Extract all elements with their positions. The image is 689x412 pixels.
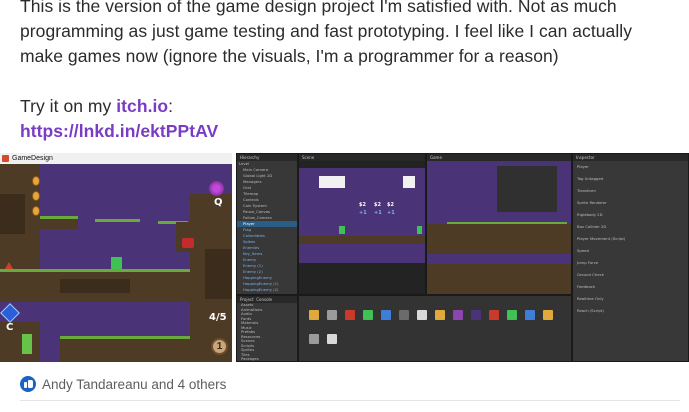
orb-icon — [209, 181, 224, 196]
inspector-row[interactable]: Reach (Script) — [573, 305, 688, 317]
game-titlebar: GameDesign — [0, 153, 232, 164]
asset-thumbnail[interactable] — [507, 310, 517, 320]
scene-tab[interactable]: Scene — [299, 154, 425, 161]
score-label: +1 — [387, 210, 395, 216]
project-folder[interactable]: Packages — [237, 356, 297, 361]
inspector-list: Player Tag Untagged Transform Sprite Render… — [573, 161, 688, 317]
terrain-block — [60, 339, 190, 362]
game-view: Q C 4/5 1 — [0, 164, 232, 362]
hud-key-c: C — [6, 322, 14, 333]
inspector-row[interactable]: Tag Untagged — [573, 173, 688, 185]
inspector-row[interactable]: Feedback — [573, 281, 688, 293]
project-list: Assets Animations Audio Fonts Materials Music… — [237, 302, 297, 361]
inspector-row[interactable]: Speed — [573, 245, 688, 257]
asset-thumbnail[interactable] — [435, 310, 445, 320]
hierarchy-panel: Hierarchy Level Main Camera Global Light 2… — [236, 153, 298, 295]
score-label: +1 — [359, 210, 367, 216]
hud-key-q: Q — [214, 197, 223, 208]
green-block — [111, 257, 122, 269]
hud-counter: 4/5 — [209, 312, 227, 323]
assets-breadcrumb — [299, 296, 571, 303]
player-sprite — [182, 238, 194, 248]
coin — [32, 191, 40, 201]
asset-thumbnail[interactable] — [399, 310, 409, 320]
grass-ledge — [95, 219, 140, 222]
post-line: This is the version of the game design p… — [20, 0, 617, 16]
game-title: GameDesign — [12, 155, 53, 162]
green-block — [339, 226, 345, 234]
asset-thumbnail[interactable] — [417, 310, 427, 320]
score-label: $2 — [359, 202, 366, 208]
score-label: $2 — [374, 202, 381, 208]
try-prefix: Try it on my — [20, 96, 117, 116]
game-terrain — [427, 224, 571, 254]
try-it-line: Try it on my itch.io: — [20, 94, 680, 119]
coin — [32, 206, 40, 216]
inspector-row[interactable]: Jump Force — [573, 257, 688, 269]
inspector-row[interactable]: Realtime Only — [573, 293, 688, 305]
asset-thumbnail[interactable] — [309, 334, 319, 344]
inspector-row[interactable]: Transform — [573, 185, 688, 197]
inspector-row[interactable]: Rigidbody 2D — [573, 209, 688, 221]
inspector-row[interactable]: Ground Check — [573, 269, 688, 281]
game-tab[interactable]: Game — [427, 154, 571, 161]
console-tab-label[interactable]: Console — [256, 297, 272, 302]
green-block — [417, 226, 422, 234]
spike — [5, 262, 13, 269]
divider — [20, 400, 680, 401]
post-line: make games now (ignore the visuals, I'm … — [20, 46, 559, 66]
itch-io-link[interactable]: itch.io — [116, 96, 168, 116]
terrain-block — [60, 279, 130, 293]
post-line: programming as just game testing and fas… — [20, 21, 633, 41]
terrain-block — [0, 194, 25, 234]
post-body: This is the version of the game design p… — [20, 0, 680, 144]
inspector-row[interactable]: Player — [573, 161, 688, 173]
game-terrain — [427, 264, 571, 294]
score-label: +1 — [374, 210, 382, 216]
project-panel: Project Console Assets Animations Audio Fon… — [236, 295, 298, 362]
asset-thumbnail[interactable] — [363, 310, 373, 320]
hierarchy-list: Level Main Camera Global Light 2D Managers G… — [237, 161, 297, 294]
game-view-panel: Game — [426, 153, 572, 295]
asset-thumbnail[interactable] — [345, 310, 355, 320]
asset-thumbnail[interactable] — [381, 310, 391, 320]
asset-thumbnail[interactable] — [543, 310, 553, 320]
scene-ground — [299, 236, 425, 244]
green-block — [22, 334, 32, 354]
reactions-bar[interactable]: Andy Tandareanu and 4 others — [20, 375, 226, 393]
terrain-block — [40, 219, 78, 229]
hierarchy-tab[interactable]: Hierarchy — [237, 154, 297, 161]
inspector-panel: Inspector Player Tag Untagged Transform Spr… — [572, 153, 689, 362]
asset-thumbnail[interactable] — [453, 310, 463, 320]
grass-ledge — [447, 222, 567, 224]
grass-ledge — [60, 336, 190, 339]
scene-panel: Scene $2 $2 $2 +1 +1 +1 — [298, 153, 426, 295]
game-screenshot[interactable]: GameDesign Q C 4/5 1 — [0, 153, 233, 362]
inspector-tab[interactable]: Inspector — [573, 154, 688, 161]
scene-ui-card — [403, 176, 415, 188]
gem-icon — [0, 303, 20, 323]
stats-overlay — [497, 166, 557, 212]
inspector-row[interactable]: Sprite Renderer — [573, 197, 688, 209]
try-suffix: : — [168, 96, 174, 116]
assets-panel — [298, 295, 572, 362]
score-label: $2 — [387, 202, 394, 208]
inspector-row[interactable]: Player Movement (Script) — [573, 233, 688, 245]
editor-screenshot[interactable]: Hierarchy Level Main Camera Global Light 2… — [236, 153, 689, 362]
like-icon — [20, 376, 36, 392]
asset-thumbnail[interactable] — [309, 310, 319, 320]
terrain-block — [205, 249, 232, 299]
coin — [32, 176, 40, 186]
asset-thumbnail[interactable] — [327, 310, 337, 320]
short-link[interactable]: https://lnkd.in/ektPPtAV — [20, 121, 218, 141]
asset-thumbnail[interactable] — [327, 334, 337, 344]
asset-thumbnail[interactable] — [471, 310, 481, 320]
game-app-icon — [2, 155, 9, 162]
asset-thumbnail[interactable] — [489, 310, 499, 320]
scene-ui-card — [319, 176, 345, 188]
inspector-row[interactable]: Box Collider 2D — [573, 221, 688, 233]
reactions-count[interactable]: Andy Tandareanu and 4 others — [42, 377, 226, 392]
asset-thumbnail[interactable] — [525, 310, 535, 320]
round-badge: 1 — [211, 338, 228, 355]
